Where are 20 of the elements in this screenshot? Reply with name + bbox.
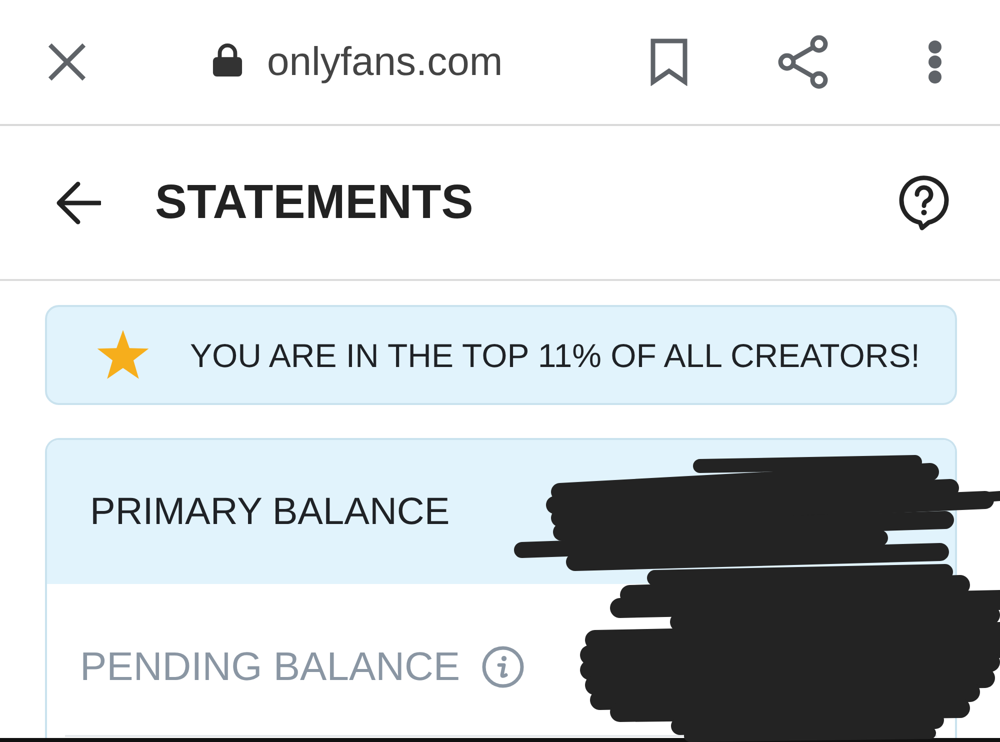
more-icon bbox=[928, 40, 942, 84]
lock-icon bbox=[212, 43, 243, 77]
close-icon bbox=[47, 42, 87, 82]
help-icon bbox=[898, 174, 950, 230]
banner-text: YOU ARE IN THE TOP 11% OF ALL CREATORS! bbox=[190, 338, 920, 372]
share-icon bbox=[778, 35, 828, 89]
close-button[interactable] bbox=[47, 42, 87, 82]
back-arrow-icon bbox=[55, 180, 101, 224]
url-text: onlyfans.com bbox=[267, 42, 503, 82]
balance-label: PRIMARY BALANCE bbox=[90, 493, 450, 531]
star-icon bbox=[96, 330, 150, 380]
page-title: STATEMENTS bbox=[155, 178, 474, 226]
bookmark-button[interactable] bbox=[650, 38, 688, 86]
info-icon[interactable] bbox=[482, 646, 524, 688]
balance-label: PENDING BALANCE bbox=[80, 646, 460, 686]
more-menu-button[interactable] bbox=[928, 40, 942, 84]
back-button[interactable] bbox=[55, 180, 101, 224]
bookmark-icon bbox=[650, 38, 688, 86]
help-button[interactable] bbox=[898, 174, 950, 230]
share-button[interactable] bbox=[778, 35, 828, 89]
